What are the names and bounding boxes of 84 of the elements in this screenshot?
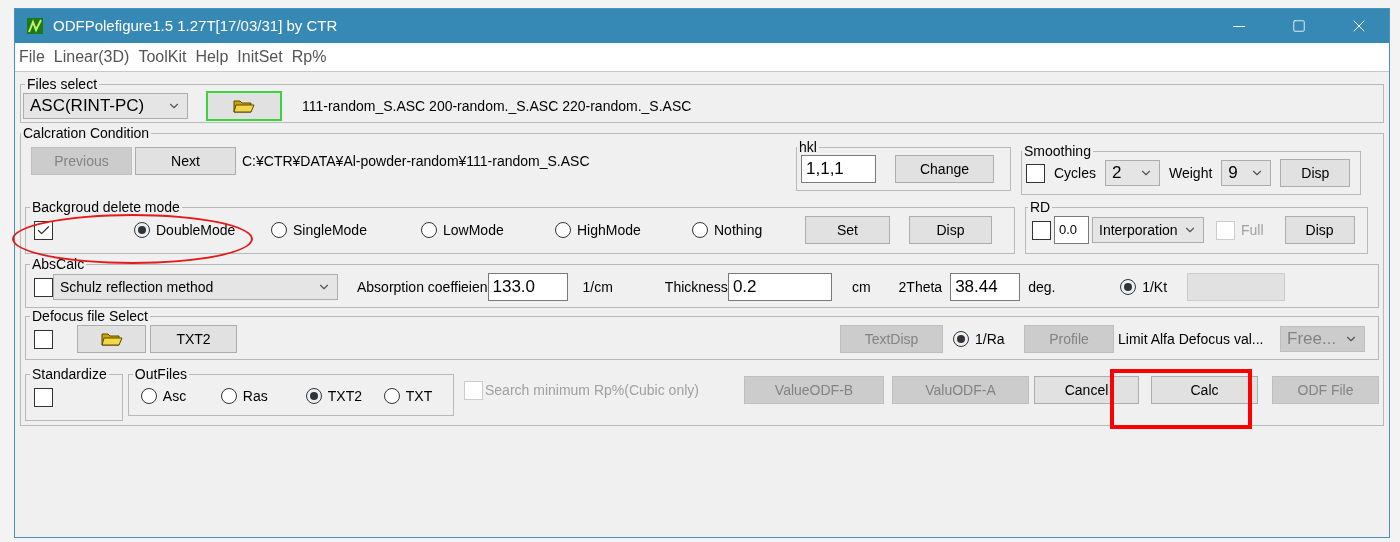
checkbox[interactable] (34, 387, 53, 407)
disp-button[interactable]: Disp (1284, 216, 1355, 244)
radio-button[interactable] (220, 388, 237, 404)
open-folder-button[interactable] (77, 325, 146, 353)
txt2-button[interactable]: TXT2 (150, 325, 237, 353)
group-label: Defocus file Select (31, 308, 149, 324)
label: deg. (1028, 277, 1057, 297)
radio-label: HighMode (577, 220, 641, 240)
folder-icon (100, 331, 123, 347)
label: Weight (1169, 163, 1213, 183)
label: Search minimum Rp%(Cubic only) (485, 380, 700, 400)
label: Cycles (1054, 163, 1096, 183)
group-label: AbsCalc (31, 256, 86, 272)
group-label: Calcration Condition (22, 125, 151, 141)
label: 1/cm (582, 277, 613, 297)
menu-item[interactable]: InitSet (237, 45, 283, 69)
menu-item[interactable]: File (19, 45, 45, 69)
dropdown[interactable]: Schulz reflection method (53, 274, 338, 300)
checkbox[interactable] (34, 220, 53, 240)
menu-item[interactable]: Linear(3D) (53, 45, 130, 69)
input-field[interactable]: 1,1,1 (801, 155, 876, 183)
set-button[interactable]: Set (805, 216, 890, 244)
window-title: ODFPolefigure1.5 1.27T[17/03/31] by CTR (53, 15, 338, 36)
radio-label: DoubleMode (156, 220, 236, 240)
label: Limit Alfa Defocus val... (1118, 329, 1265, 349)
group-label: RD (1029, 199, 1052, 215)
dropdown[interactable]: 2 (1105, 160, 1160, 186)
label: 2Theta (898, 277, 943, 297)
radio-label: TXT2 (327, 386, 363, 406)
action-button[interactable]: Calc (1151, 376, 1258, 404)
file-list: 111-random_S.ASC 200-random._S.ASC 220-random._S.ASC (302, 95, 692, 117)
group-label: hkl (798, 139, 818, 155)
disp-button[interactable]: Disp (1280, 159, 1351, 187)
radio-label: TXT (405, 386, 433, 406)
radio-label: SingleMode (293, 220, 367, 240)
group-label: OutFiles (133, 366, 188, 382)
next-button[interactable]: Next (135, 147, 236, 175)
file-path: C:¥CTR¥DATA¥Al-powder-random¥111-random_S.ASC (242, 151, 591, 171)
folder-icon (233, 98, 255, 114)
radio-label: Nothing (714, 220, 763, 240)
radio-label: 1/Ra (975, 329, 1005, 349)
input-field[interactable]: 0.0 (1054, 216, 1089, 244)
label: Thickness (664, 277, 728, 297)
radio-button[interactable] (1120, 279, 1137, 295)
radio-button[interactable] (140, 388, 157, 404)
label: cm (851, 277, 871, 297)
input-field[interactable]: 38.44 (950, 273, 1021, 301)
group-label: Smoothing (1023, 143, 1092, 159)
label: Full (1241, 220, 1264, 240)
menu-item[interactable]: ToolKit (138, 45, 187, 69)
radio-label: Ras (242, 386, 268, 406)
menu-item[interactable]: Rp% (291, 45, 327, 69)
radio-button[interactable] (305, 388, 322, 404)
label: Absorption coeffieien (357, 277, 488, 297)
minimize-icon (1233, 25, 1245, 27)
menu-item[interactable]: Help (195, 45, 229, 69)
radio-button[interactable] (953, 331, 969, 347)
checkbox[interactable] (1026, 163, 1045, 183)
action-button[interactable]: Cancel (1034, 376, 1139, 404)
radio-button[interactable] (134, 222, 150, 238)
radio-label: Asc (162, 386, 187, 406)
checkbox[interactable] (34, 329, 53, 349)
open-folder-button[interactable] (206, 91, 282, 121)
group-label: Backgroud delete mode (31, 199, 181, 215)
dropdown[interactable]: 9 (1221, 160, 1272, 186)
radio-button[interactable] (421, 222, 437, 238)
change-button[interactable]: Change (895, 155, 994, 183)
radio-button[interactable] (692, 222, 708, 238)
maximize-icon (1292, 19, 1306, 33)
input-field[interactable]: 133.0 (487, 273, 568, 301)
radio-label: 1/Kt (1142, 277, 1168, 297)
group-label: Files select (26, 76, 99, 92)
input-field[interactable]: 0.2 (727, 273, 832, 301)
checkbox[interactable] (34, 277, 53, 297)
radio-button[interactable] (555, 222, 571, 238)
group-label: Standardize (31, 366, 108, 382)
app-icon (27, 18, 43, 34)
dropdown[interactable]: Interporation (1092, 217, 1204, 243)
disp-button[interactable]: Disp (909, 216, 992, 244)
radio-button[interactable] (383, 388, 400, 404)
checkbox[interactable] (1032, 220, 1051, 240)
dropdown[interactable]: ASC(RINT-PC) (23, 93, 188, 119)
radio-button[interactable] (271, 222, 287, 238)
radio-label: LowMode (443, 220, 504, 240)
